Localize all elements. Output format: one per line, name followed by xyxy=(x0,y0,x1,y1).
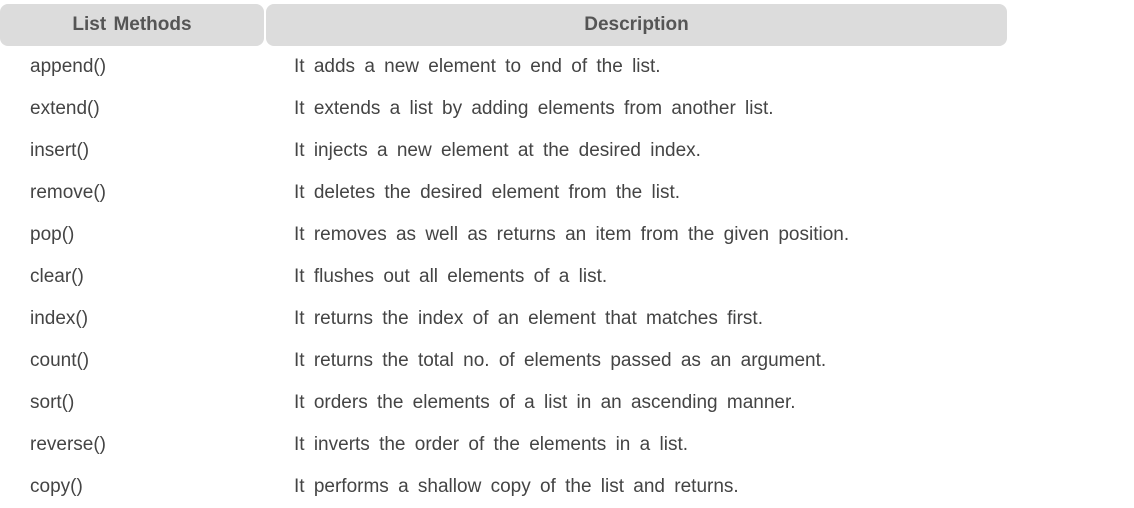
table-row: sort() It orders the elements of a list … xyxy=(0,382,1007,424)
method-description-cell: It removes as well as returns an item fr… xyxy=(294,224,850,245)
method-name-cell: reverse() xyxy=(30,434,107,455)
method-name-cell: count() xyxy=(30,350,90,371)
method-name-cell: extend() xyxy=(30,98,100,119)
method-description-cell: It returns the total no. of elements pas… xyxy=(294,350,827,371)
method-description-cell: It flushes out all elements of a list. xyxy=(294,266,608,287)
table-row: index() It returns the index of an eleme… xyxy=(0,298,1007,340)
column-header-description: Description xyxy=(266,4,1007,46)
table-header-row: List Methods Description xyxy=(0,4,1007,46)
method-name-cell: copy() xyxy=(30,476,83,497)
method-name-cell: clear() xyxy=(30,266,84,287)
method-description-cell: It performs a shallow copy of the list a… xyxy=(294,476,739,497)
list-methods-table: List Methods Description append() It add… xyxy=(0,4,1007,508)
method-description-cell: It injects a new element at the desired … xyxy=(294,140,701,161)
method-description-cell: It orders the elements of a list in an a… xyxy=(294,392,796,413)
table-row: pop() It removes as well as returns an i… xyxy=(0,214,1007,256)
method-description-cell: It extends a list by adding elements fro… xyxy=(294,98,774,119)
table-row: copy() It performs a shallow copy of the… xyxy=(0,466,1007,508)
method-description-cell: It deletes the desired element from the … xyxy=(294,182,681,203)
method-description-cell: It returns the index of an element that … xyxy=(294,308,763,329)
table-row: insert() It injects a new element at the… xyxy=(0,130,1007,172)
method-name-cell: sort() xyxy=(30,392,75,413)
method-name-cell: append() xyxy=(30,56,107,77)
table-row: reverse() It inverts the order of the el… xyxy=(0,424,1007,466)
method-name-cell: pop() xyxy=(30,224,75,245)
method-name-cell: remove() xyxy=(30,182,107,203)
table-row: count() It returns the total no. of elem… xyxy=(0,340,1007,382)
table-row: remove() It deletes the desired element … xyxy=(0,172,1007,214)
table-row: extend() It extends a list by adding ele… xyxy=(0,88,1007,130)
table-row: append() It adds a new element to end of… xyxy=(0,46,1007,88)
method-description-cell: It adds a new element to end of the list… xyxy=(294,56,661,77)
column-header-list-methods: List Methods xyxy=(0,4,264,46)
method-name-cell: insert() xyxy=(30,140,90,161)
table-row: clear() It flushes out all elements of a… xyxy=(0,256,1007,298)
method-description-cell: It inverts the order of the elements in … xyxy=(294,434,689,455)
method-name-cell: index() xyxy=(30,308,89,329)
